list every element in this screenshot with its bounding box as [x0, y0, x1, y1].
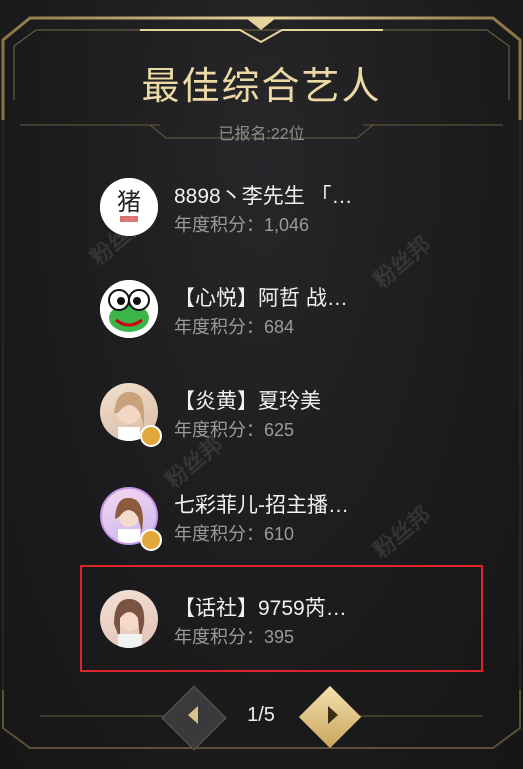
- annual-score: 年度积分：1,046: [174, 215, 310, 235]
- avatar-pig-logo-icon: 猪: [100, 178, 158, 236]
- avatar-pig-logo: 猪: [100, 178, 158, 236]
- chevron-left-icon: [188, 706, 198, 724]
- annual-score: 年度积分：610: [174, 524, 295, 544]
- page-title: 最佳综合艺人: [141, 64, 382, 108]
- artist-name: 【炎黄】夏玲美: [174, 390, 321, 413]
- artist-row-2[interactable]: 【心悦】阿哲 战… 年度积分：684: [100, 280, 430, 350]
- artist-row-3[interactable]: 【炎黄】夏玲美 年度积分：625: [100, 383, 430, 453]
- pagination: 1/5: [161, 685, 362, 751]
- level-badge-icon: [140, 529, 162, 551]
- frog-icon: [100, 280, 158, 338]
- chevron-right-icon: [328, 706, 338, 724]
- award-panel: 最佳综合艺人 已报名:22位 猪 8898丶李先生 「… 年度积分：1,046: [0, 0, 523, 769]
- registered-count: 已报名:22位: [218, 126, 305, 143]
- artist-name: 【心悦】阿哲 战…: [174, 287, 348, 310]
- artist-row-1[interactable]: 猪 8898丶李先生 「… 年度积分：1,046: [100, 178, 430, 248]
- artist-name: 七彩菲儿-招主播…: [174, 494, 349, 517]
- level-badge-icon: [140, 425, 162, 447]
- page-indicator: 1/5: [247, 704, 275, 726]
- svg-text:猪: 猪: [117, 188, 141, 216]
- artist-row-4[interactable]: 七彩菲儿-招主播… 年度积分：610: [100, 487, 430, 557]
- avatar-frog: [100, 280, 158, 338]
- annual-score: 年度积分：684: [174, 317, 295, 337]
- annual-score: 年度积分：625: [174, 420, 295, 440]
- highlight-box: [80, 565, 483, 672]
- artist-name: 8898丶李先生 「…: [174, 185, 353, 208]
